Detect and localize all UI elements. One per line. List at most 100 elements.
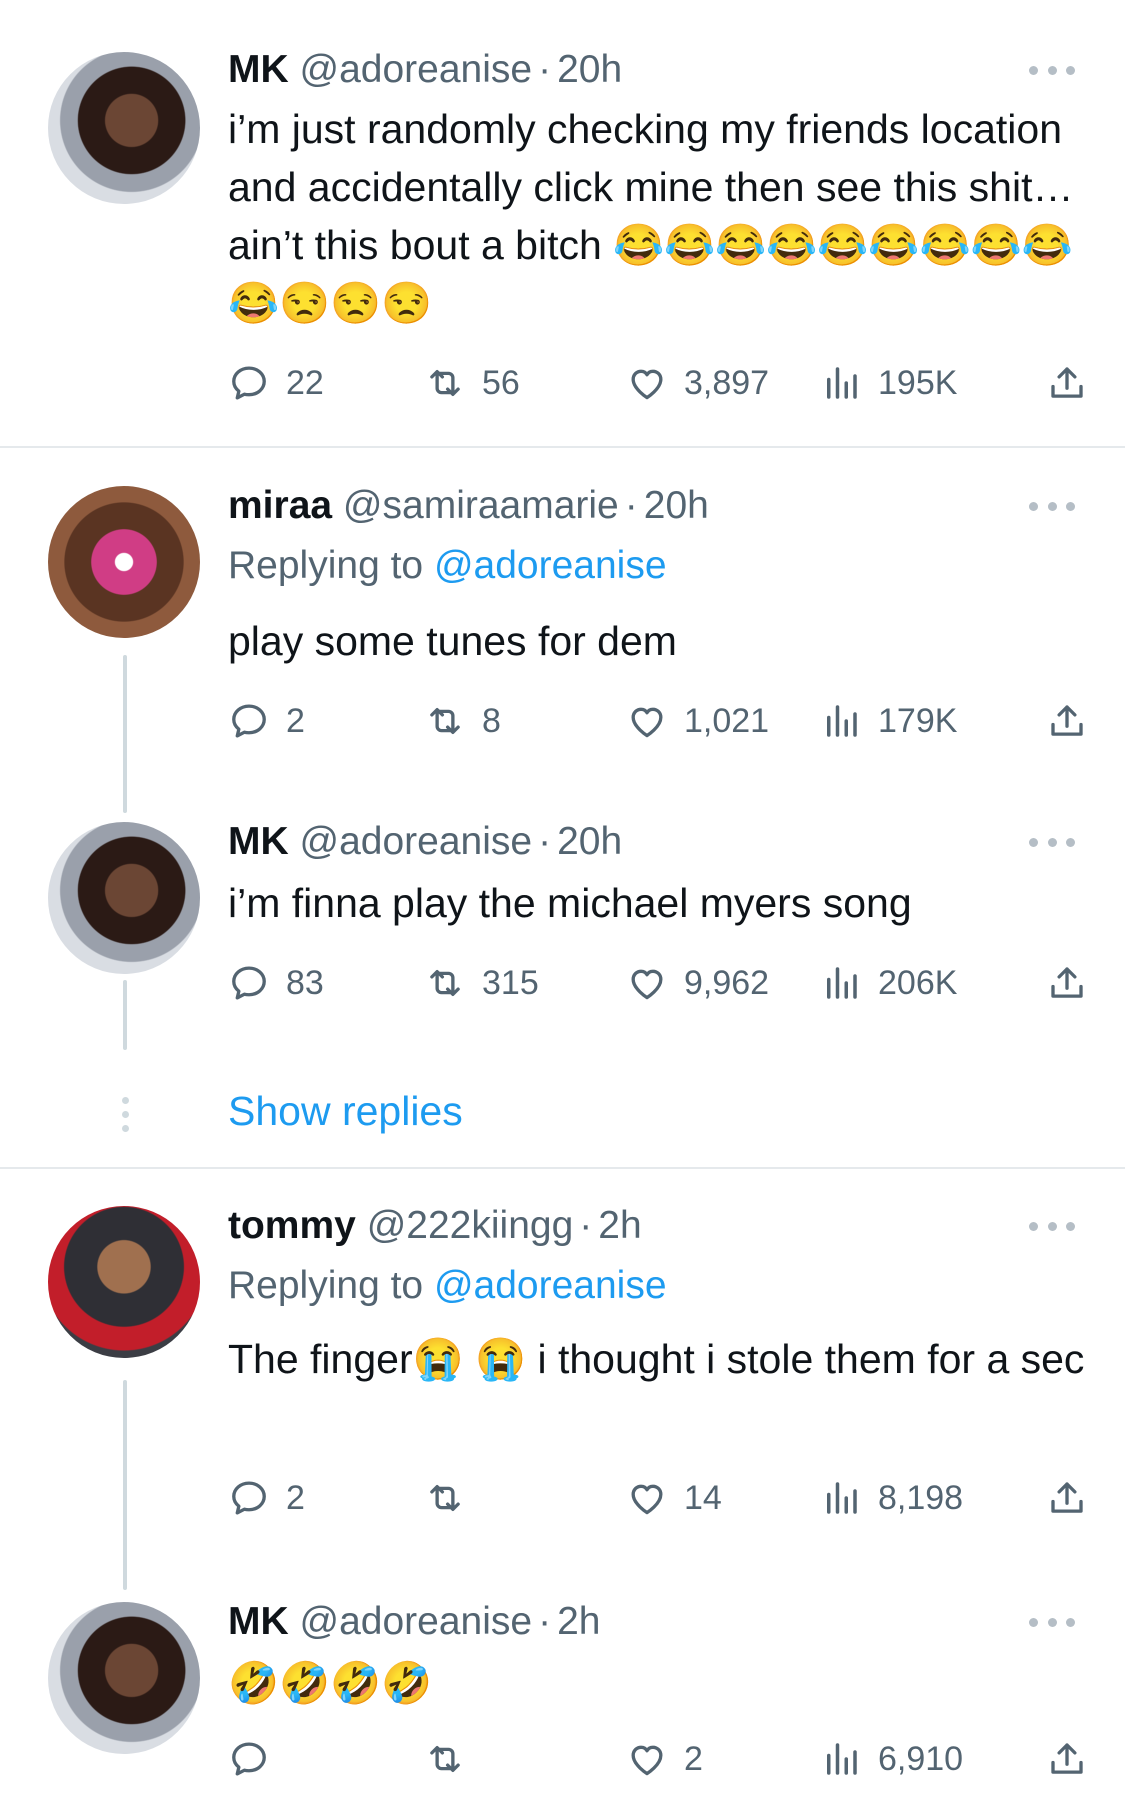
reply-button[interactable]: 83 [228, 958, 324, 1008]
display-name[interactable]: miraa [228, 484, 332, 527]
views-button[interactable]: 195K [820, 358, 957, 408]
share-button[interactable] [1046, 358, 1088, 408]
more-icon[interactable] [1029, 498, 1075, 514]
retweet-button[interactable]: 8 [424, 696, 501, 746]
retweet-button[interactable] [424, 1734, 482, 1784]
views-button[interactable]: 8,198 [820, 1473, 963, 1523]
avatar[interactable] [48, 822, 200, 974]
retweet-button[interactable]: 56 [424, 358, 520, 408]
tweet-text: The finger😭 😭 i thought i stole them for… [228, 1336, 1085, 1382]
action-bar: 83 315 9,962 206K [228, 958, 1088, 1008]
retweet-icon [430, 1745, 460, 1773]
avatar[interactable] [48, 1206, 200, 1358]
share-icon [1051, 1743, 1083, 1774]
reply-button[interactable]: 22 [228, 358, 324, 408]
like-icon [631, 707, 663, 738]
avatar[interactable] [48, 1602, 200, 1754]
share-button[interactable] [1046, 696, 1088, 746]
views-icon [827, 1482, 857, 1514]
reply-icon [232, 704, 266, 738]
like-count: 9,962 [684, 963, 770, 1002]
like-count: 2 [684, 1739, 703, 1778]
user-handle[interactable]: @samiraamarie [343, 484, 619, 527]
views-button[interactable]: 179K [820, 696, 957, 746]
avatar[interactable] [48, 486, 200, 638]
share-icon [1051, 705, 1083, 736]
like-icon [631, 1484, 663, 1515]
share-button[interactable] [1046, 1734, 1088, 1784]
tweet-text: play some tunes for dem [228, 618, 677, 664]
like-button[interactable]: 9,962 [626, 958, 769, 1008]
reply-count: 83 [286, 963, 324, 1002]
display-name[interactable]: MK [228, 1600, 289, 1643]
like-icon [631, 1745, 663, 1776]
retweet-icon [430, 369, 460, 397]
retweet-button[interactable] [424, 1473, 482, 1523]
retweet-count: 56 [482, 363, 520, 402]
timestamp[interactable]: 2h [557, 1600, 600, 1643]
display-name[interactable]: MK [228, 820, 289, 863]
user-handle[interactable]: @222kiingg [367, 1204, 574, 1247]
views-icon [827, 705, 857, 737]
reply-count: 2 [286, 701, 305, 740]
user-handle[interactable]: @adoreanise [300, 1600, 533, 1643]
tweet-header: MK @adoreanise · 2h [228, 1600, 601, 1643]
show-replies-link[interactable]: Show replies [228, 1086, 463, 1136]
share-button[interactable] [1046, 958, 1088, 1008]
display-name[interactable]: tommy [228, 1204, 356, 1247]
reply-icon [232, 366, 266, 400]
views-button[interactable]: 206K [820, 958, 957, 1008]
avatar[interactable] [48, 52, 200, 204]
retweet-count: 315 [482, 963, 539, 1002]
more-icon[interactable] [1029, 834, 1075, 850]
retweet-icon [430, 1484, 460, 1512]
like-button[interactable]: 3,897 [626, 358, 769, 408]
views-count: 206K [878, 963, 958, 1002]
user-handle[interactable]: @adoreanise [300, 48, 533, 91]
reply-icon [232, 966, 266, 1000]
action-bar: 22 56 3,897 195K [228, 358, 1088, 408]
timestamp[interactable]: 2h [598, 1204, 641, 1247]
retweet-icon [430, 969, 460, 997]
more-icon[interactable] [1029, 1614, 1075, 1630]
timestamp[interactable]: 20h [557, 820, 622, 863]
views-count: 195K [878, 363, 958, 402]
views-count: 6,910 [878, 1739, 964, 1778]
more-icon[interactable] [1029, 62, 1075, 78]
divider [0, 446, 1125, 448]
tweet-header: MK @adoreanise · 20h [228, 820, 623, 863]
action-bar: 2 8 1,021 179K [228, 696, 1088, 746]
reply-count: 2 [286, 1478, 305, 1517]
reply-button[interactable]: 2 [228, 696, 305, 746]
like-button[interactable]: 14 [626, 1473, 722, 1523]
tweet-text: 🤣🤣🤣🤣 [228, 1660, 433, 1706]
like-button[interactable]: 1,021 [626, 696, 769, 746]
tweet-text: i’m just randomly checking my friends lo… [228, 106, 1074, 326]
reply-button[interactable] [228, 1734, 286, 1784]
replying-to: Replying to @adoreanise [228, 544, 667, 587]
like-count: 14 [684, 1478, 722, 1517]
views-icon [827, 367, 857, 399]
mention-link[interactable]: @adoreanise [434, 1264, 667, 1307]
display-name[interactable]: MK [228, 48, 289, 91]
share-icon [1051, 967, 1083, 998]
tweet-header: miraa @samiraamarie · 20h [228, 484, 709, 527]
retweet-button[interactable]: 315 [424, 958, 539, 1008]
reply-button[interactable]: 2 [228, 1473, 305, 1523]
share-button[interactable] [1046, 1473, 1088, 1523]
share-icon [1051, 1482, 1083, 1513]
views-button[interactable]: 6,910 [820, 1734, 963, 1784]
like-button[interactable]: 2 [626, 1734, 703, 1784]
views-icon [827, 967, 857, 999]
user-handle[interactable]: @adoreanise [300, 820, 533, 863]
action-bar: 2 14 8,198 [228, 1473, 1088, 1523]
mention-link[interactable]: @adoreanise [434, 544, 667, 587]
views-icon [827, 1743, 857, 1775]
timestamp[interactable]: 20h [644, 484, 709, 527]
tweet[interactable]: MK @adoreanise · 20h i’m finna play the mi… [0, 790, 1125, 1060]
timestamp[interactable]: 20h [557, 48, 622, 91]
thread-dots [119, 1097, 131, 1132]
like-icon [631, 369, 663, 400]
more-icon[interactable] [1029, 1218, 1075, 1234]
tweet-header: MK @adoreanise · 20h [228, 48, 623, 91]
